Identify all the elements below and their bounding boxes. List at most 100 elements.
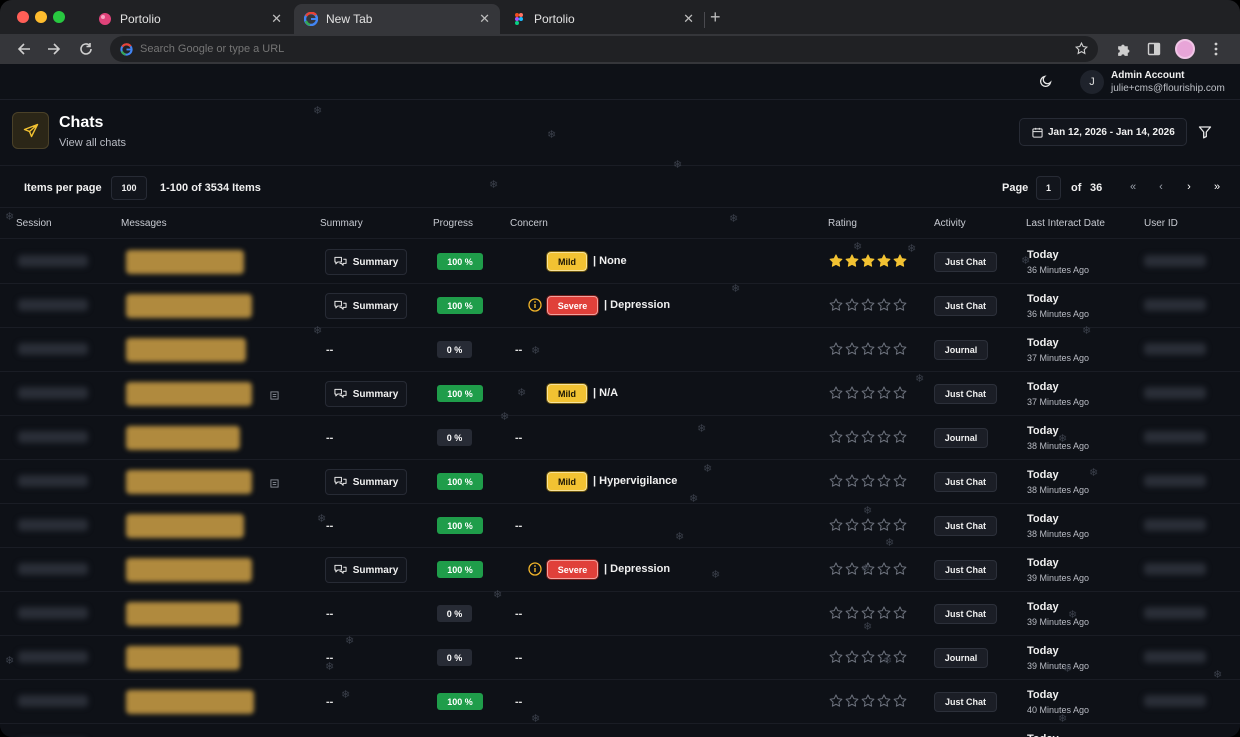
messages-preview-blurred[interactable] [126,426,240,450]
star-filled-icon[interactable] [829,254,843,268]
table-row[interactable]: Summary 100 % Severe | Depression Just Chat T… [0,548,1240,592]
back-arrow-icon[interactable] [14,39,34,59]
star-filled-icon[interactable] [877,254,891,268]
messages-preview-blurred[interactable] [126,470,252,494]
star-outline-icon[interactable] [845,606,859,620]
star-outline-icon[interactable] [829,430,843,444]
star-outline-icon[interactable] [861,606,875,620]
page-number-input[interactable]: 1 [1036,176,1061,200]
star-outline-icon[interactable] [877,562,891,576]
column-header-session[interactable]: Session [16,218,52,229]
filter-funnel-icon[interactable] [1192,118,1218,146]
column-header-summary[interactable]: Summary [320,218,363,229]
bookmark-star-icon[interactable] [1075,42,1088,55]
table-row[interactable]: Summary 100 % Mild | Hypervigilance Just Cha… [0,460,1240,504]
star-outline-icon[interactable] [829,298,843,312]
address-bar[interactable] [110,36,1098,62]
column-header-progress[interactable]: Progress [433,218,473,229]
column-header-rating[interactable]: Rating [828,218,857,229]
table-row[interactable]: -- 0 % -- Journal Today 37 Minutes Ago [0,328,1240,372]
star-outline-icon[interactable] [829,518,843,532]
star-outline-icon[interactable] [893,562,907,576]
star-outline-icon[interactable] [893,386,907,400]
star-outline-icon[interactable] [893,430,907,444]
star-outline-icon[interactable] [877,386,891,400]
star-outline-icon[interactable] [845,474,859,488]
star-outline-icon[interactable] [893,342,907,356]
tab-new-tab[interactable]: New Tab ✕ [294,4,500,34]
star-outline-icon[interactable] [845,298,859,312]
close-tab-icon[interactable]: ✕ [271,11,282,27]
column-header-messages[interactable]: Messages [121,218,167,229]
column-header-user-id[interactable]: User ID [1144,218,1178,229]
close-window-button[interactable] [17,11,29,23]
star-outline-icon[interactable] [829,342,843,356]
star-outline-icon[interactable] [861,562,875,576]
summary-button[interactable]: Summary [325,249,407,275]
star-outline-icon[interactable] [861,518,875,532]
rating-stars[interactable] [829,694,907,708]
column-header-concern[interactable]: Concern [510,218,548,229]
star-outline-icon[interactable] [861,386,875,400]
star-outline-icon[interactable] [877,474,891,488]
rating-stars[interactable] [829,650,907,664]
reload-icon[interactable] [76,39,96,59]
star-outline-icon[interactable] [861,650,875,664]
previous-page-button[interactable]: ‹ [1150,176,1172,198]
messages-preview-blurred[interactable] [126,602,240,626]
new-tab-plus-icon[interactable]: + [710,7,721,28]
star-outline-icon[interactable] [893,474,907,488]
extensions-puzzle-icon[interactable] [1114,40,1132,58]
star-outline-icon[interactable] [845,650,859,664]
star-outline-icon[interactable] [877,518,891,532]
star-outline-icon[interactable] [861,694,875,708]
star-outline-icon[interactable] [845,430,859,444]
summary-button[interactable]: Summary [325,469,407,495]
first-page-button[interactable]: « [1122,176,1144,198]
star-outline-icon[interactable] [877,694,891,708]
table-row[interactable]: -- 0 % -- Journal Today 38 Minutes Ago [0,416,1240,460]
column-header-last-interact-date[interactable]: Last Interact Date [1026,218,1105,229]
star-outline-icon[interactable] [877,606,891,620]
star-outline-icon[interactable] [829,606,843,620]
next-page-button[interactable]: › [1178,176,1200,198]
address-input[interactable] [140,43,1098,55]
star-outline-icon[interactable] [893,650,907,664]
star-outline-icon[interactable] [877,430,891,444]
star-outline-icon[interactable] [845,694,859,708]
maximize-window-button[interactable] [53,11,65,23]
star-outline-icon[interactable] [829,386,843,400]
messages-preview-blurred[interactable] [126,382,252,406]
star-outline-icon[interactable] [877,342,891,356]
messages-preview-blurred[interactable] [126,294,252,318]
dark-mode-moon-icon[interactable] [1039,74,1053,93]
star-outline-icon[interactable] [861,342,875,356]
rating-stars[interactable] [829,254,907,268]
messages-preview-blurred[interactable] [126,514,244,538]
star-outline-icon[interactable] [861,474,875,488]
messages-preview-blurred[interactable] [126,646,240,670]
star-outline-icon[interactable] [845,562,859,576]
rating-stars[interactable] [829,430,907,444]
summary-button[interactable]: Summary [325,293,407,319]
star-outline-icon[interactable] [893,606,907,620]
star-outline-icon[interactable] [829,562,843,576]
date-range-picker[interactable]: Jan 12, 2026 - Jan 14, 2026 [1019,118,1187,146]
table-row[interactable]: -- 0 % -- Just Chat Today 39 Minutes Ago [0,592,1240,636]
last-page-button[interactable]: » [1206,176,1228,198]
star-outline-icon[interactable] [845,342,859,356]
close-tab-icon[interactable]: ✕ [683,11,694,27]
summary-button[interactable]: Summary [325,381,407,407]
table-row[interactable]: Today [0,724,1240,737]
star-outline-icon[interactable] [829,694,843,708]
star-outline-icon[interactable] [845,386,859,400]
star-outline-icon[interactable] [893,518,907,532]
star-filled-icon[interactable] [845,254,859,268]
star-filled-icon[interactable] [893,254,907,268]
summary-button[interactable]: Summary [325,557,407,583]
rating-stars[interactable] [829,518,907,532]
account-avatar[interactable]: J [1080,70,1104,94]
star-outline-icon[interactable] [893,694,907,708]
star-outline-icon[interactable] [893,298,907,312]
star-outline-icon[interactable] [829,474,843,488]
